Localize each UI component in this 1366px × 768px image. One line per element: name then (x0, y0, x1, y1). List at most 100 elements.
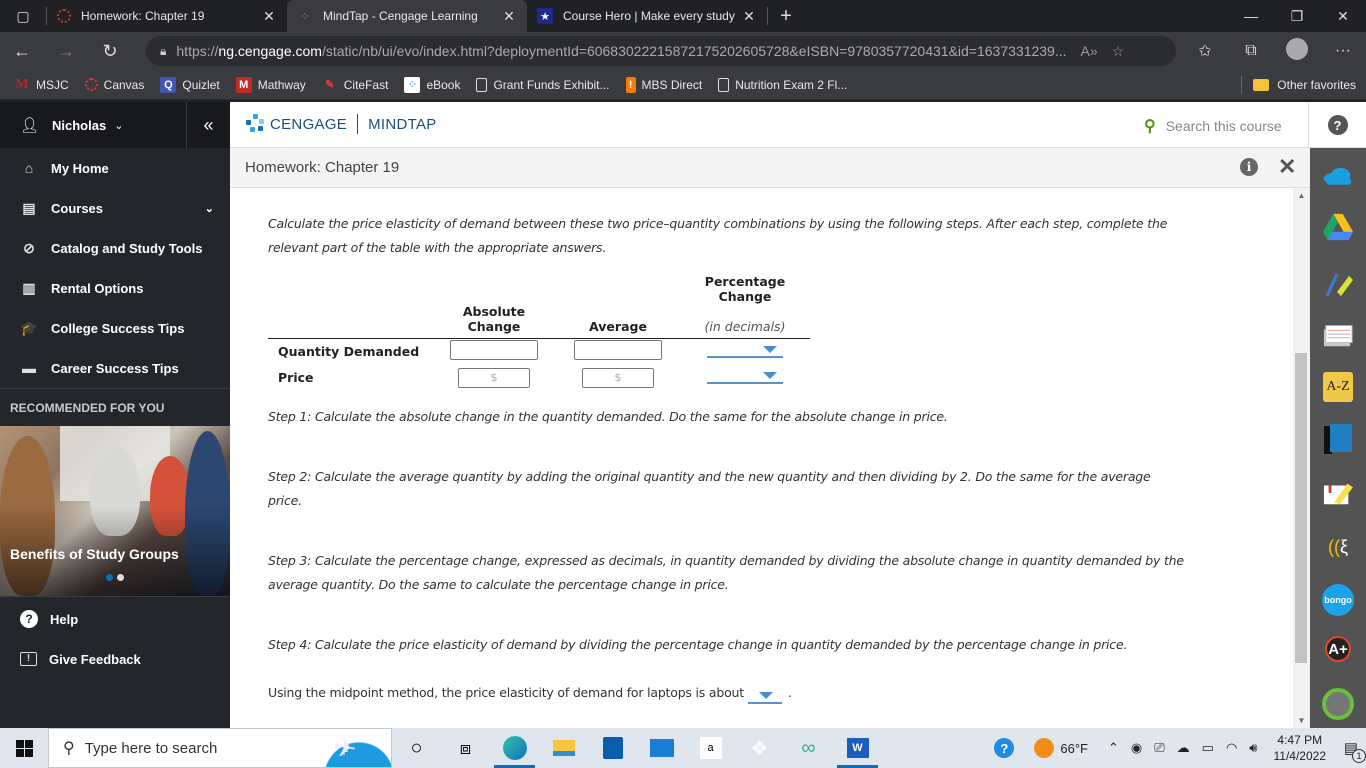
record-icon[interactable]: ◉ (1131, 740, 1142, 756)
browser-tab-coursehero[interactable]: ★ Course Hero | Make every study ✕ (527, 0, 767, 32)
volume-icon[interactable]: 🔊︎ (1249, 740, 1257, 756)
back-icon[interactable]: ← (0, 32, 44, 70)
favorites-icon[interactable]: ✩ (1182, 41, 1228, 61)
wifi-icon[interactable]: ◠ (1226, 740, 1237, 756)
notebook-icon[interactable] (1323, 424, 1353, 454)
quantity-percentage-change-dropdown[interactable] (707, 342, 783, 359)
refresh-icon[interactable]: ↻ (88, 32, 132, 70)
flashcards-icon[interactable] (1323, 320, 1353, 350)
recommended-card[interactable]: Benefits of Study Groups (0, 426, 230, 596)
collapse-sidebar-button[interactable]: « (186, 102, 230, 148)
bookmark-quizlet[interactable]: Q Quizlet (160, 76, 220, 93)
cortana-icon[interactable]: ○ (392, 728, 441, 768)
sidebar-item-college-success[interactable]: 🎓 College Success Tips (0, 308, 230, 348)
battery-icon[interactable]: ▭ (1202, 740, 1214, 756)
show-hidden-icons[interactable]: ⌃ (1108, 740, 1119, 756)
minimize-icon[interactable]: — (1228, 0, 1274, 32)
bookmark-ebook[interactable]: ⁘ eBook (404, 76, 460, 93)
sidebar-item-catalog[interactable]: ⊘ Catalog and Study Tools (0, 228, 230, 268)
read-aloud-icon[interactable]: A» (1081, 43, 1098, 59)
bookmark-grant-funds[interactable]: Grant Funds Exhibit... (476, 77, 610, 92)
help-button[interactable]: ? (1308, 102, 1366, 148)
aplus-icon[interactable]: A+ (1325, 636, 1351, 662)
weather-icon[interactable] (1034, 738, 1055, 758)
content-scrollbar[interactable]: ▲ ▼ (1293, 188, 1310, 728)
task-view-icon[interactable]: ⧈ (441, 728, 490, 768)
info-icon[interactable]: i (1240, 158, 1258, 176)
user-menu[interactable]: 👤︎ Nicholas ⌄ « (0, 102, 230, 148)
meet-now-icon[interactable]: ⎚ (1154, 740, 1164, 756)
glossary-icon[interactable]: A-Z (1323, 372, 1353, 402)
bookmark-canvas[interactable]: Canvas (84, 78, 144, 92)
scroll-down-arrow-icon[interactable]: ▼ (1293, 716, 1310, 725)
carousel-dot[interactable] (117, 574, 124, 581)
edge-icon[interactable] (490, 728, 539, 768)
bookmark-citefast[interactable]: ✎ CiteFast (322, 77, 388, 93)
collections-icon[interactable]: ⧉ (1228, 42, 1274, 60)
scroll-up-arrow-icon[interactable]: ▲ (1293, 191, 1310, 200)
notifications-button[interactable]: ▤ 1 (1336, 739, 1366, 763)
amazon-icon[interactable]: a (686, 728, 735, 768)
cengage-mindtap-logo[interactable]: CENGAGE MINDTAP (244, 114, 437, 134)
google-drive-icon[interactable] (1323, 212, 1353, 242)
window-close-icon[interactable]: ✕ (1320, 0, 1366, 32)
sidebar-item-give-feedback[interactable]: ! Give Feedback (0, 639, 230, 679)
browser-tab-homework[interactable]: Homework: Chapter 19 ✕ (47, 0, 287, 32)
sidebar-item-courses[interactable]: ▤ Courses ⌄ (0, 188, 230, 228)
sidebar-item-label: Career Success Tips (51, 360, 179, 376)
sidebar-item-my-home[interactable]: ⌂ My Home (0, 148, 230, 188)
onedrive-icon[interactable] (1323, 160, 1353, 190)
bookmark-mbs-direct[interactable]: ! MBS Direct (625, 76, 702, 93)
course-search-placeholder: Search this course (1165, 118, 1282, 134)
taskbar-search[interactable]: ⚲ Type here to search (48, 728, 392, 768)
bookmark-msjc[interactable]: M MSJC (14, 77, 68, 93)
profile-avatar[interactable] (1274, 37, 1320, 65)
price-absolute-change-input[interactable]: $ (458, 367, 530, 388)
close-tab-icon[interactable]: ✕ (741, 8, 757, 25)
lock-icon[interactable]: 🔒︎ (160, 44, 166, 59)
recommended-heading: RECOMMENDED FOR YOU (0, 388, 230, 426)
quantity-absolute-change-input[interactable] (450, 340, 538, 361)
add-favorite-icon[interactable]: ☆ (1112, 43, 1125, 60)
weather-temperature[interactable]: 66°F (1060, 741, 1088, 756)
price-percentage-change-dropdown[interactable] (707, 368, 783, 384)
link-app-icon[interactable]: ∞ (784, 728, 833, 768)
bookmark-mathway[interactable]: M Mathway (235, 76, 306, 93)
course-search[interactable]: ⚲ Search this course (1144, 116, 1282, 136)
close-tab-icon[interactable]: ✕ (501, 8, 517, 25)
bookmark-nutrition-exam[interactable]: Nutrition Exam 2 Fl... (718, 77, 848, 92)
help-tray-icon[interactable]: ? (994, 738, 1015, 758)
tab-actions-icon[interactable]: ▢ (0, 0, 46, 32)
sidebar-item-rental-options[interactable]: ▥ Rental Options (0, 268, 230, 308)
clock[interactable]: 4:47 PM 11/4/2022 (1274, 732, 1327, 764)
bookmark-label: Nutrition Exam 2 Fl... (735, 77, 848, 92)
highlighter-icon[interactable] (1323, 268, 1353, 298)
file-explorer-icon[interactable] (539, 728, 588, 768)
quantity-average-input[interactable] (574, 340, 662, 361)
price-average-input[interactable]: $ (582, 367, 654, 388)
profile-icon[interactable] (1322, 688, 1354, 720)
onedrive-tray-icon[interactable]: ☁ (1177, 740, 1190, 756)
elasticity-answer-dropdown[interactable] (747, 688, 782, 704)
sidebar-item-career-success[interactable]: ▬ Career Success Tips (0, 348, 230, 388)
more-menu-icon[interactable]: ··· (1320, 42, 1366, 60)
dropbox-icon[interactable]: ❖ (735, 728, 784, 768)
microsoft-store-icon[interactable] (588, 728, 637, 768)
word-icon[interactable]: W (833, 728, 882, 768)
bongo-icon[interactable]: bongo (1322, 584, 1354, 616)
carousel-dot[interactable] (106, 574, 113, 581)
close-tab-icon[interactable]: ✕ (261, 8, 277, 25)
sidebar-item-help[interactable]: ? Help (0, 599, 230, 639)
new-tab-button[interactable]: + (768, 5, 804, 28)
start-button[interactable] (0, 739, 48, 757)
url-bar[interactable]: 🔒︎ https://ng.cengage.com/static/nb/ui/e… (146, 36, 1176, 66)
forward-icon[interactable]: → (44, 32, 88, 70)
mail-icon[interactable] (637, 728, 686, 768)
close-activity-icon[interactable]: ✕ (1278, 154, 1296, 180)
notes-icon[interactable] (1323, 478, 1353, 508)
browser-tab-mindtap[interactable]: ⁘ MindTap - Cengage Learning ✕ (287, 0, 527, 32)
readspeaker-icon[interactable]: ((ξ (1323, 532, 1353, 562)
other-favorites[interactable]: Other favorites (1253, 78, 1356, 92)
scrollbar-thumb[interactable] (1295, 353, 1307, 663)
restore-icon[interactable]: ❐ (1274, 0, 1320, 32)
